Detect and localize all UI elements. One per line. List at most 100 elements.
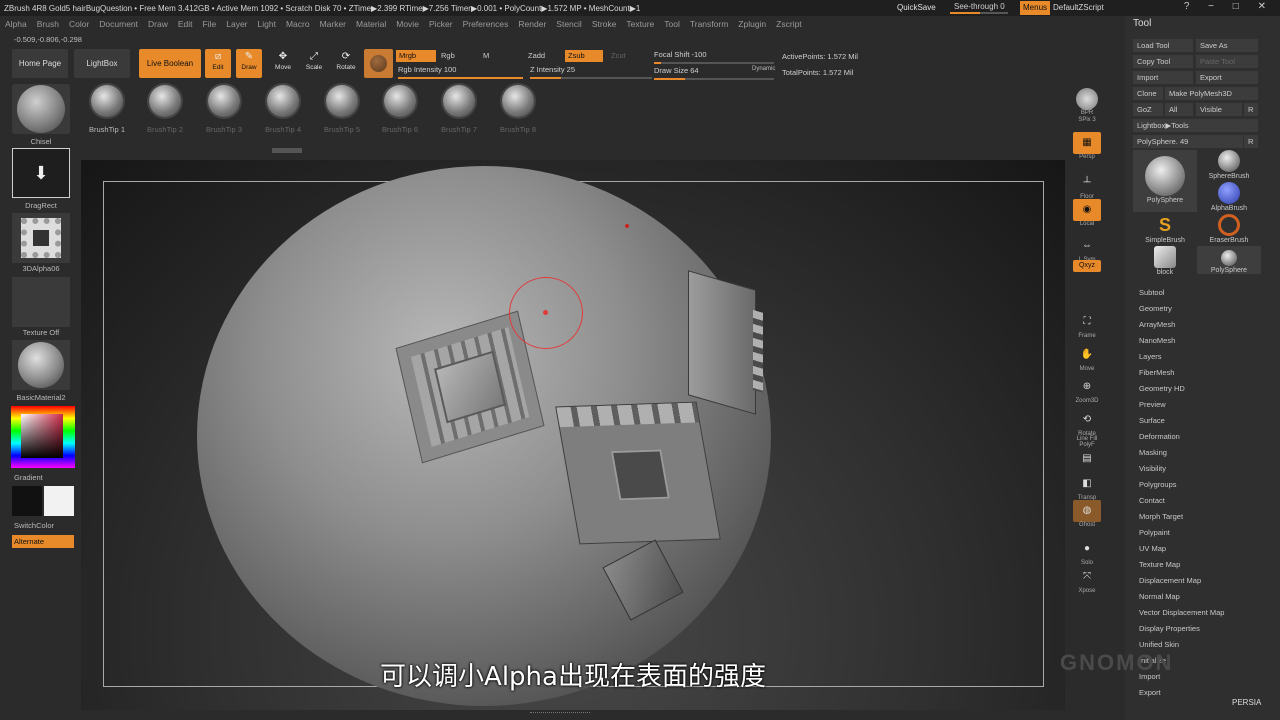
menu-layer[interactable]: Layer — [221, 19, 252, 29]
tool-section-fibermesh[interactable]: FiberMesh — [1139, 368, 1174, 377]
menu-color[interactable]: Color — [64, 19, 94, 29]
polyf-button[interactable]: Line Fill PolyF ▤ — [1072, 436, 1102, 470]
rotate-view-button[interactable]: ⟲ Rotate — [1072, 409, 1102, 437]
menus-toggle[interactable]: Menus — [1020, 1, 1051, 15]
goz-r-button[interactable]: R — [1244, 103, 1258, 116]
tool-section-masking[interactable]: Masking — [1139, 448, 1167, 457]
floor-button[interactable]: ┴ Floor — [1072, 172, 1102, 200]
draw-size-track[interactable] — [654, 78, 774, 80]
material-selector[interactable] — [12, 340, 70, 390]
inserted-side-mesh[interactable] — [688, 270, 763, 415]
paste-tool-button[interactable]: Paste Tool — [1196, 55, 1258, 68]
z-intensity-slider[interactable]: Z Intensity 25 — [530, 65, 652, 79]
zcut-toggle[interactable]: Zcut — [608, 50, 629, 62]
load-tool-button[interactable]: Load Tool — [1133, 39, 1193, 52]
default-zscript-button[interactable]: DefaultZScript — [1053, 3, 1104, 12]
tool-alphabrush[interactable]: AlphaBrush — [1197, 182, 1261, 212]
menu-file[interactable]: File — [198, 19, 222, 29]
draw-mode-button[interactable]: ✎ Draw — [236, 49, 262, 78]
home-page-button[interactable]: Home Page — [12, 49, 68, 78]
alpha-selector[interactable] — [12, 213, 70, 263]
qxyz-button[interactable]: Qxyz — [1072, 260, 1102, 272]
tool-simplebrush[interactable]: S SimpleBrush — [1133, 214, 1197, 244]
quicksave-button[interactable]: QuickSave — [897, 3, 936, 12]
goz-visible-button[interactable]: Visible — [1196, 103, 1242, 116]
tips-scroll-handle[interactable] — [272, 148, 302, 153]
frame-button[interactable]: ⛶ Frame — [1072, 311, 1102, 339]
ghost-button[interactable]: ◍ Ghost — [1072, 500, 1102, 528]
zadd-toggle[interactable]: Zadd — [525, 50, 548, 62]
scale-mode-button[interactable]: ⤢ Scale — [301, 49, 327, 78]
menu-render[interactable]: Render — [513, 19, 551, 29]
rgb-toggle[interactable]: Rgb — [438, 50, 458, 62]
menu-material[interactable]: Material — [351, 19, 391, 29]
brush-tip-7[interactable]: BrushTip 7 — [435, 85, 483, 134]
brush-tip-6[interactable]: BrushTip 6 — [376, 85, 424, 134]
menu-alpha[interactable]: Alpha — [0, 19, 32, 29]
tool-section-subtool[interactable]: Subtool — [1139, 288, 1164, 297]
zoom3d-button[interactable]: ⊕ Zoom3D — [1072, 376, 1102, 404]
see-through-slider[interactable]: See-through 0 — [954, 2, 1005, 11]
tool-section-morph-target[interactable]: Morph Target — [1139, 512, 1183, 521]
menu-texture[interactable]: Texture — [621, 19, 659, 29]
zsub-toggle[interactable]: Zsub — [565, 50, 603, 62]
tool-section-vector-displacement-map[interactable]: Vector Displacement Map — [1139, 608, 1224, 617]
brush-tip-3[interactable]: BrushTip 3 — [200, 85, 248, 134]
brush-tip-2[interactable]: BrushTip 2 — [141, 85, 189, 134]
tool-section-polypaint[interactable]: Polypaint — [1139, 528, 1170, 537]
tool-section-nanomesh[interactable]: NanoMesh — [1139, 336, 1175, 345]
tool-section-preview[interactable]: Preview — [1139, 400, 1166, 409]
tool-polysphere-secondary[interactable]: PolySphere — [1197, 246, 1261, 274]
dynamic-toggle[interactable]: Dynamic — [752, 66, 775, 72]
focal-shift-slider[interactable]: Focal Shift -100 — [654, 50, 774, 64]
brush-tip-4[interactable]: BrushTip 4 — [259, 85, 307, 134]
canvas-bottom-handle[interactable] — [530, 712, 590, 716]
menu-picker[interactable]: Picker — [424, 19, 458, 29]
persp-button[interactable]: ▦ Persp — [1072, 132, 1102, 160]
bpr-button[interactable]: BPR — [1072, 88, 1102, 116]
lightbox-tools-button[interactable]: Lightbox▶Tools — [1133, 119, 1258, 132]
make-polymesh-button[interactable]: Make PolyMesh3D — [1165, 87, 1258, 100]
z-intensity-track[interactable] — [530, 77, 652, 79]
menu-light[interactable]: Light — [253, 19, 281, 29]
tool-spherebrush[interactable]: SphereBrush — [1197, 150, 1261, 180]
tool-polysphere-main[interactable]: PolySphere — [1133, 150, 1197, 212]
tool-section-surface[interactable]: Surface — [1139, 416, 1165, 425]
copy-tool-button[interactable]: Copy Tool — [1133, 55, 1193, 68]
save-as-button[interactable]: Save As — [1196, 39, 1258, 52]
tool-section-contact[interactable]: Contact — [1139, 496, 1165, 505]
clone-button[interactable]: Clone — [1133, 87, 1163, 100]
menu-preferences[interactable]: Preferences — [458, 19, 514, 29]
polysphere-r-button[interactable]: R — [1244, 135, 1258, 148]
menu-document[interactable]: Document — [94, 19, 143, 29]
rgb-intensity-slider[interactable]: Rgb Intensity 100 — [398, 65, 523, 79]
primary-color-swatch[interactable] — [12, 486, 42, 516]
menu-zplugin[interactable]: Zplugin — [733, 19, 771, 29]
tool-section-displacement-map[interactable]: Displacement Map — [1139, 576, 1201, 585]
polysphere-slider[interactable]: PolySphere. 49 — [1133, 135, 1243, 148]
menu-tool[interactable]: Tool — [659, 19, 685, 29]
tool-section-geometry-hd[interactable]: Geometry HD — [1139, 384, 1185, 393]
live-boolean-button[interactable]: Live Boolean — [139, 49, 201, 78]
tool-section-normal-map[interactable]: Normal Map — [1139, 592, 1180, 601]
menu-zscript[interactable]: Zscript — [771, 19, 807, 29]
lsym-button[interactable]: ⇔L.Sym — [1072, 235, 1102, 263]
tool-section-unified-skin[interactable]: Unified Skin — [1139, 640, 1179, 649]
spix-slider[interactable]: SPix 3 — [1072, 117, 1102, 123]
menu-transform[interactable]: Transform — [685, 19, 733, 29]
tool-section-arraymesh[interactable]: ArrayMesh — [1139, 320, 1175, 329]
menu-edit[interactable]: Edit — [173, 19, 198, 29]
transp-button[interactable]: ◧ Transp — [1072, 473, 1102, 501]
menu-macro[interactable]: Macro — [281, 19, 315, 29]
alternate-button[interactable]: Alternate — [12, 535, 74, 548]
brush-tip-1[interactable]: BrushTip 1 — [83, 85, 131, 134]
tool-section-export[interactable]: Export — [1139, 688, 1161, 697]
color-picker[interactable] — [11, 406, 75, 468]
rotate-mode-button[interactable]: ⟳ Rotate — [333, 49, 359, 78]
tool-section-geometry[interactable]: Geometry — [1139, 304, 1172, 313]
brush-selector[interactable] — [12, 84, 70, 134]
brush-tip-5[interactable]: BrushTip 5 — [318, 85, 366, 134]
stroke-selector[interactable]: ⬇ — [12, 148, 70, 198]
brush-tip-8[interactable]: BrushTip 8 — [494, 85, 542, 134]
m-toggle[interactable]: M — [480, 50, 492, 62]
